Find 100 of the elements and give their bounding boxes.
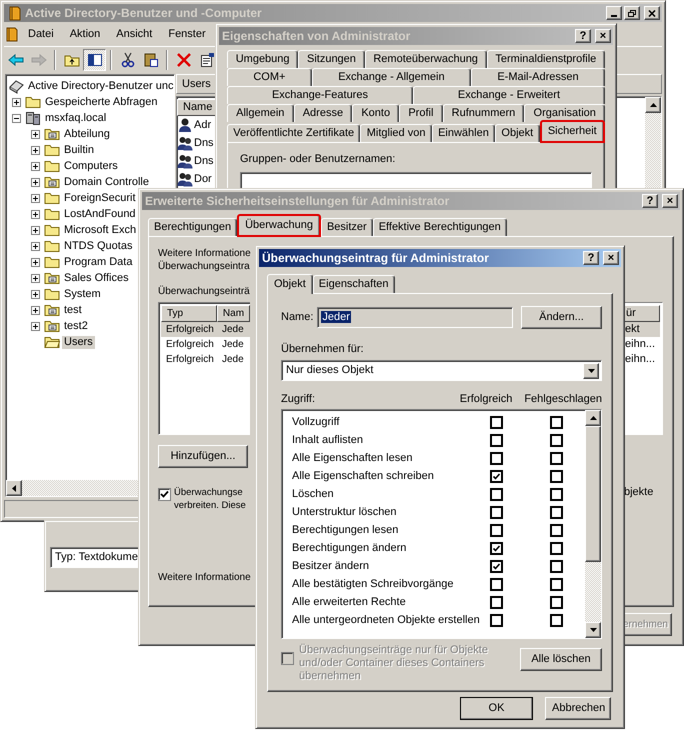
checkbox[interactable] [550,434,563,446]
tab[interactable]: Einwählen [432,124,496,142]
minimize-button[interactable] [606,6,622,20]
tree-item[interactable]: test [62,304,84,316]
expand-toggle[interactable] [31,258,40,266]
checkbox[interactable] [490,470,503,482]
checkbox[interactable] [550,506,563,518]
tree-item[interactable]: Program Data [62,256,134,268]
expand-toggle[interactable] [31,226,40,234]
column-header[interactable]: Typ [161,305,217,322]
tree-item[interactable]: Sales Offices [62,272,131,284]
expand-toggle[interactable] [31,194,40,202]
expand-toggle[interactable] [31,306,40,314]
menu-item[interactable]: Datei [20,28,62,40]
checkbox[interactable] [490,416,503,428]
checkbox[interactable] [490,506,503,518]
checkbox[interactable] [490,596,503,608]
dropdown-field[interactable]: Nur dieses Objekt [281,360,602,381]
tab[interactable]: Organisation [524,104,606,122]
scroll-up-button[interactable] [645,97,661,113]
checkbox[interactable] [490,488,503,500]
checkbox[interactable] [550,596,563,608]
expand-toggle[interactable] [31,130,40,138]
tree-item[interactable]: test2 [62,320,90,332]
checkbox[interactable] [490,542,503,554]
list-item[interactable]: Dns [193,154,214,168]
add-button[interactable]: Hinzufügen... [158,445,248,468]
tab[interactable]: Adresse [294,104,352,122]
tree-item[interactable]: NTDS Quotas [62,240,134,252]
expand-toggle[interactable] [31,146,40,154]
tree-item[interactable]: Domain Controlle [62,176,151,188]
list-item[interactable]: Dns [193,136,214,150]
menu-item[interactable]: Fenster [160,28,214,40]
tree-item[interactable]: Abteilung [62,128,112,140]
tree-item[interactable]: msxfaq.local [43,112,108,124]
tab[interactable]: Terminaldienstprofile [486,50,605,68]
scroll-down-button[interactable] [585,622,601,638]
checkbox[interactable] [490,578,503,590]
tree-item[interactable]: ForeignSecurit [62,192,138,204]
menu-item[interactable]: Aktion [62,28,108,40]
checkbox[interactable] [490,614,503,626]
tab[interactable]: Besitzer [320,218,373,236]
scroll-thumb[interactable] [585,426,601,562]
tree-item[interactable]: LostAndFound [62,208,138,220]
name-field[interactable]: Jeder [317,307,514,328]
list-item[interactable]: Dor [193,172,212,186]
tab[interactable]: Allgemein [227,104,294,122]
checkbox[interactable] [550,452,563,464]
checkbox[interactable] [490,524,503,536]
checkbox[interactable] [490,434,503,446]
checkbox[interactable] [550,560,563,572]
tree-item[interactable]: System [62,288,103,300]
dropdown-button[interactable] [583,362,599,378]
tab[interactable]: Überwachung [237,214,321,237]
checkbox[interactable] [550,488,563,500]
tree-item[interactable]: Active Directory-Benutzer unc [26,80,176,92]
close-button[interactable] [644,6,660,20]
checkbox[interactable] [550,542,563,554]
checkbox[interactable] [550,614,563,626]
scroll-up-button[interactable] [585,410,601,426]
help-button[interactable]: ? [583,251,599,265]
tree-item[interactable]: Users [62,336,95,348]
checkbox[interactable] [490,452,503,464]
restore-button[interactable] [624,6,640,20]
expand-toggle[interactable] [12,98,21,106]
checkbox[interactable] [550,578,563,590]
tab[interactable]: Objekt [495,124,540,142]
clear-all-button[interactable]: Alle löschen [520,648,602,671]
close-button[interactable]: × [603,251,619,265]
expand-toggle[interactable] [31,322,40,330]
tab[interactable]: E-Mail-Adressen [470,68,606,86]
tab[interactable]: Eigenschaften [312,275,395,293]
cancel-button[interactable]: Abbrechen [545,697,611,720]
tab[interactable]: Sitzungen [298,50,365,68]
checkbox[interactable] [550,470,563,482]
tab[interactable]: Objekt [267,274,313,294]
tree-item[interactable]: Computers [62,160,120,172]
help-button[interactable]: ? [575,29,591,43]
expand-toggle[interactable] [31,242,40,250]
console-tree-button[interactable] [83,49,106,71]
tab[interactable]: Exchange - Erweitert [412,86,606,104]
tab[interactable]: Berechtigungen [148,218,238,236]
checkbox[interactable] [550,416,563,428]
tab[interactable]: Remoteüberwachung [364,50,487,68]
checkbox[interactable] [158,488,171,501]
tab[interactable]: Umgebung [227,50,298,68]
tab[interactable]: Rufnummern [442,104,524,122]
ok-button[interactable]: OK [460,697,533,720]
expand-toggle[interactable] [31,274,40,282]
help-button[interactable]: ? [642,194,658,208]
checkbox[interactable] [550,524,563,536]
tree-item[interactable]: Builtin [62,144,96,156]
menu-item[interactable]: Ansicht [108,28,160,40]
change-button[interactable]: Ändern... [521,306,602,329]
tree-item[interactable]: Microsoft Exch [62,224,138,236]
tree-item[interactable]: Gespeicherte Abfragen [43,96,160,108]
close-button[interactable]: × [662,194,678,208]
tab[interactable]: Veröffentlichte Zertifikate [227,124,360,142]
list-item[interactable]: Adr [193,118,212,132]
tab[interactable]: Exchange - Allgemein [312,68,471,86]
